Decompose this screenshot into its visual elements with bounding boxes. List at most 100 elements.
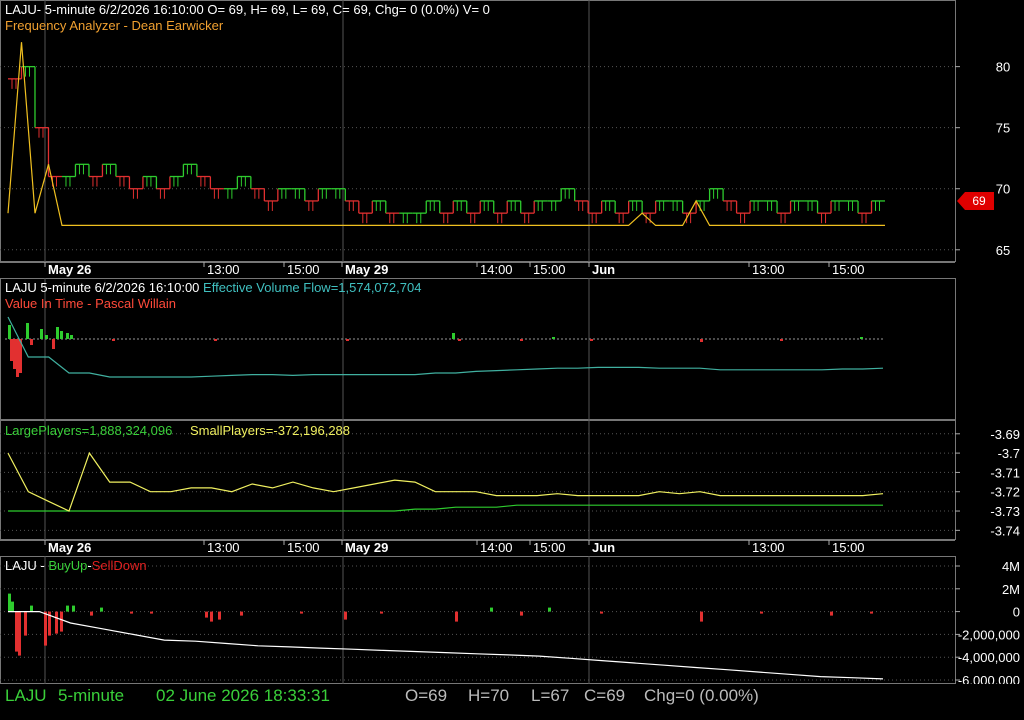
buysell-bar [830, 611, 833, 616]
evf-bar [700, 339, 703, 342]
status-interval: 5-minute [58, 686, 125, 705]
value-in-time-label: Value In Time - Pascal Willain [5, 296, 176, 311]
evf-bar [458, 339, 461, 341]
date-label: 15:00 [533, 540, 566, 555]
date-label: 14:00 [480, 540, 513, 555]
buysell-bar [455, 611, 458, 622]
buysell-bar [760, 611, 763, 614]
bs-ticker: LAJU - [5, 558, 49, 573]
y-tick-label: -3.74 [990, 523, 1020, 538]
evf-bar [346, 339, 349, 341]
buysell-bar [150, 611, 153, 614]
buysell-bar [490, 607, 493, 612]
evf-bar [860, 337, 863, 339]
evf-bar [780, 339, 783, 341]
y-tick-label: -4,000,000 [958, 650, 1020, 665]
panel-frame [0, 556, 956, 684]
evf-bar [214, 339, 217, 341]
status-bar: LAJU 5-minute 02 June 2026 18:33:31 O=69… [0, 684, 1024, 710]
bs-buyup-label: BuyUp [48, 558, 88, 573]
players-panel: -3.69 -3.7 -3.71 -3.72 -3.73 -3.74 LargePlaye… [0, 420, 1024, 540]
small-players-value: SmallPlayers=-372,196,288 [189, 423, 351, 438]
evf-bar [112, 339, 115, 341]
buysell-bar [130, 611, 133, 614]
buysell-bar [380, 611, 383, 614]
date-label: Jun [592, 540, 615, 555]
buysell-bar [44, 611, 47, 646]
date-label: 13:00 [752, 540, 785, 555]
date-label: Jun [592, 262, 615, 277]
evf-value: Effective Volume Flow=1,574,072,704 [203, 280, 422, 295]
y-tick-label: 2M [1002, 582, 1020, 597]
y-tick-label: -6,000,000 [958, 673, 1020, 684]
status-low: L=67 [531, 686, 570, 705]
y-tick-label: 4M [1002, 559, 1020, 574]
status-close: C=69 [584, 686, 626, 705]
buysell-bar [240, 611, 243, 616]
y-tick-label: 80 [996, 60, 1010, 75]
frequency-analyzer-line [7, 42, 885, 226]
date-axis-bottom: May 26 13:00 15:00 May 29 14:00 15:00 Jun 13:00… [0, 540, 1024, 556]
evf-bar [52, 339, 55, 349]
buysell-bar [300, 611, 303, 614]
y-tick-label: -2,000,000 [958, 627, 1020, 642]
panel-frame [0, 0, 956, 262]
evf-bar [56, 327, 59, 339]
buysell-bar [90, 611, 93, 616]
date-label: 15:00 [832, 262, 865, 277]
y-tick-label: 75 [996, 121, 1010, 136]
status-ticker: LAJU [5, 686, 47, 705]
buysell-bar [11, 601, 14, 612]
date-label: 13:00 [752, 262, 785, 277]
evf-header: LAJU 5-minute 6/2/2026 16:10:00 Effectiv… [5, 280, 421, 296]
evf-bar [40, 329, 43, 339]
buysell-bar [205, 611, 208, 618]
buysell-bar [55, 611, 58, 634]
buysell-bar [72, 605, 75, 612]
date-label: 15:00 [533, 262, 566, 277]
buysell-bar [60, 611, 63, 632]
date-label: 13:00 [207, 540, 240, 555]
status-high: H=70 [468, 686, 510, 705]
y-tick-label: -3.72 [990, 485, 1020, 500]
evf-bar [8, 325, 11, 339]
y-tick-label: 0 [1013, 605, 1020, 620]
y-tick-label: -3.7 [998, 446, 1020, 461]
date-label: May 29 [345, 262, 388, 277]
buysell-bar [548, 607, 551, 612]
price-panel-title: LAJU- 5-minute 6/2/2026 16:10:00 O= 69, … [5, 2, 490, 17]
evf-line [7, 316, 884, 378]
evf-bar [16, 339, 19, 377]
buysell-bar [344, 611, 347, 620]
y-tick-label: 70 [996, 182, 1010, 197]
buysell-bar [15, 611, 18, 652]
evf-bar [452, 333, 455, 339]
date-label: 13:00 [207, 262, 240, 277]
date-label: 15:00 [287, 540, 320, 555]
buysell-bar [24, 611, 27, 636]
buysell-bar [600, 611, 603, 614]
buysell-bar [870, 611, 873, 614]
date-label: May 26 [48, 262, 91, 277]
evf-bar [520, 339, 523, 341]
evf-bar [60, 331, 63, 339]
buysell-bar [8, 593, 11, 612]
bs-selldown-label: SellDown [91, 558, 147, 573]
large-players-line [8, 504, 883, 512]
buysell-bar [100, 607, 103, 612]
buyup-selldown-chart: 4M 2M 0 -2,000,000 -4,000,000 -6,000,000 [0, 556, 1020, 684]
large-players-value: LargePlayers=1,888,324,096 [5, 423, 173, 438]
buysell-bar [66, 605, 69, 612]
buysell-bar [218, 611, 221, 620]
evf-bar [70, 335, 73, 339]
evf-bar [590, 339, 593, 341]
evf-bar [13, 339, 16, 369]
status-change: Chg=0 (0.00%) [644, 686, 759, 705]
buysell-bar [520, 611, 523, 616]
date-label: 14:00 [480, 262, 513, 277]
y-tick-label: -3.71 [990, 465, 1020, 480]
price-chart: 80 75 70 65 69 [0, 0, 1010, 262]
date-label: May 26 [48, 540, 91, 555]
evf-bar [30, 339, 33, 345]
evf-bar [45, 335, 48, 339]
